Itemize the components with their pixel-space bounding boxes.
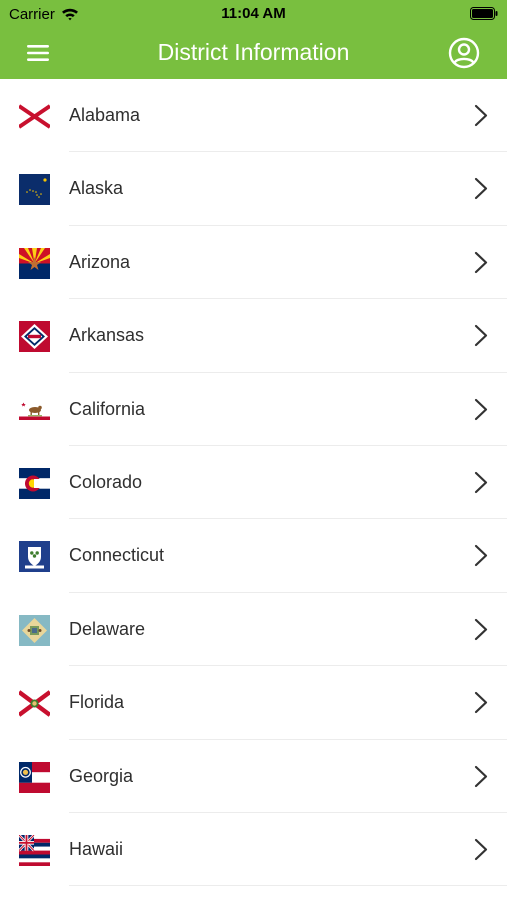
state-name: Arkansas: [69, 325, 145, 346]
connecticut-flag-icon: [19, 541, 50, 573]
state-name: Colorado: [69, 471, 143, 492]
state-name: Florida: [69, 692, 125, 713]
chevron-right-icon: [474, 251, 488, 274]
arkansas-flag-icon: [19, 321, 50, 353]
list-item-delaware[interactable]: Delaware: [0, 593, 507, 667]
chevron-right-icon: [474, 691, 488, 714]
app-header: Carrier 11:04 AM District Information: [0, 0, 507, 79]
state-name: California: [69, 398, 146, 419]
chevron-right-icon: [474, 838, 488, 861]
list-item-arkansas[interactable]: Arkansas: [0, 299, 507, 373]
battery-icon: [470, 7, 498, 20]
chevron-right-icon: [474, 177, 488, 200]
status-time: 11:04 AM: [221, 5, 286, 22]
chevron-right-icon: [474, 324, 488, 347]
menu-icon: [27, 45, 49, 61]
list-item-california[interactable]: California: [0, 373, 507, 447]
status-bar: Carrier 11:04 AM: [0, 0, 507, 28]
list-item-alaska[interactable]: Alaska: [0, 152, 507, 227]
nav-bar: District Information: [0, 28, 507, 79]
list-item-connecticut[interactable]: Connecticut: [0, 519, 507, 594]
state-name: Hawaii: [69, 838, 124, 859]
chevron-right-icon: [474, 398, 488, 421]
state-name: Delaware: [69, 618, 146, 639]
florida-flag-icon: [19, 688, 50, 719]
chevron-right-icon: [474, 104, 488, 127]
list-item-hawaii[interactable]: Hawaii: [0, 813, 507, 887]
georgia-flag-icon: [19, 761, 50, 793]
profile-icon: [448, 37, 480, 69]
state-name: Connecticut: [69, 545, 165, 566]
alabama-flag-icon: [19, 101, 50, 132]
menu-button[interactable]: [22, 38, 54, 68]
chevron-right-icon: [474, 618, 488, 641]
state-name: Arizona: [69, 251, 131, 272]
state-name: Georgia: [69, 765, 134, 786]
state-list: Alabama Alaska Arizona Arkansas Californ…: [0, 79, 507, 887]
chevron-right-icon: [474, 471, 488, 494]
state-name: Alaska: [69, 178, 124, 199]
california-flag-icon: [19, 395, 50, 426]
list-item-colorado[interactable]: Colorado: [0, 446, 507, 520]
hawaii-flag-icon: [19, 834, 50, 866]
colorado-flag-icon: [19, 467, 50, 499]
page-title: District Information: [157, 39, 350, 65]
list-item-alabama[interactable]: Alabama: [0, 79, 507, 153]
state-name: Alabama: [69, 105, 141, 125]
list-item-arizona[interactable]: Arizona: [0, 226, 507, 300]
list-item-florida[interactable]: Florida: [0, 666, 507, 740]
alaska-flag-icon: [19, 174, 50, 206]
chevron-right-icon: [474, 544, 488, 567]
chevron-right-icon: [474, 765, 488, 788]
list-item-georgia[interactable]: Georgia: [0, 740, 507, 814]
delaware-flag-icon: [19, 614, 50, 646]
profile-button[interactable]: [447, 36, 481, 70]
arizona-flag-icon: [19, 247, 50, 279]
